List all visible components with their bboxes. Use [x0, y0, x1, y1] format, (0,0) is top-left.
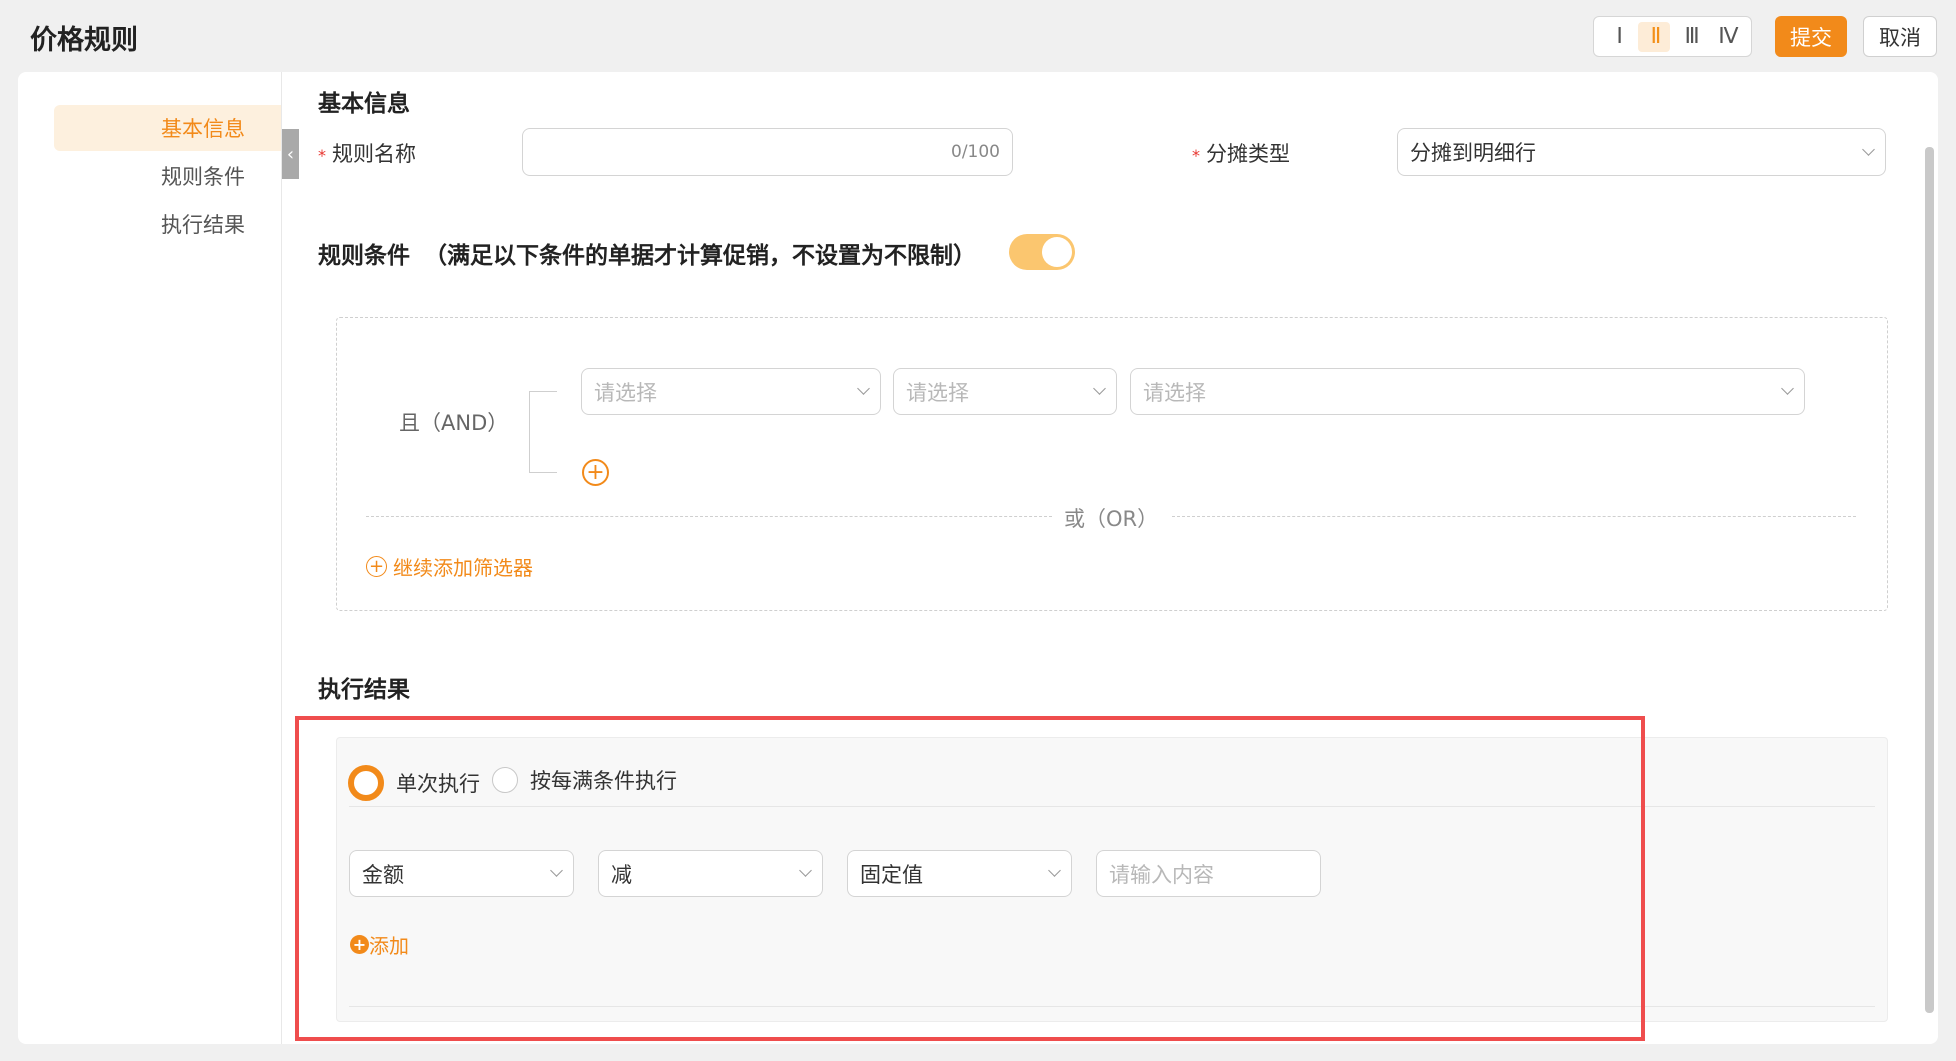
rule-name-input[interactable]: 0/100 [522, 128, 1013, 176]
section-heading-rule-conditions: 规则条件 [318, 243, 410, 269]
one-column-icon[interactable]: Ⅰ [1602, 22, 1634, 52]
allocation-type-select[interactable]: 分摊到明细行 [1397, 128, 1886, 176]
conditions-toggle[interactable] [1009, 234, 1075, 270]
conditions-note: （满足以下条件的单据才计算促销，不设置为不限制） [424, 243, 976, 269]
column-layout-switcher: Ⅰ Ⅱ Ⅲ Ⅳ [1593, 16, 1752, 57]
sidebar-item-basic-info[interactable]: 基本信息 [54, 105, 281, 151]
condition-group-box [336, 317, 1888, 611]
add-circle-icon: + [366, 556, 387, 577]
character-counter: 0/100 [951, 142, 1000, 162]
chevron-down-icon [1862, 142, 1875, 156]
or-label: 或（OR） [1064, 507, 1159, 531]
three-column-icon[interactable]: Ⅲ [1675, 22, 1707, 52]
rule-name-label: * 规则名称 [318, 142, 416, 166]
toggle-knob [1042, 237, 1072, 267]
and-label: 且（AND） [399, 411, 509, 435]
condition-value-select[interactable]: 请选择 [1130, 368, 1805, 415]
collapse-sidebar-button[interactable]: ‹ [282, 129, 299, 179]
highlight-box [295, 716, 1645, 1041]
required-mark: * [1192, 146, 1200, 165]
add-filter-link[interactable]: + 继续添加筛选器 [366, 552, 533, 581]
or-divider-right [1172, 516, 1856, 517]
or-divider-left [366, 516, 1052, 517]
page-title: 价格规则 [30, 25, 138, 56]
section-heading-basic-info: 基本信息 [318, 91, 410, 117]
chevron-left-icon: ‹ [286, 143, 295, 165]
condition-field-select[interactable]: 请选择 [581, 368, 881, 415]
two-column-icon[interactable]: Ⅱ [1638, 21, 1671, 52]
vertical-scrollbar[interactable] [1925, 147, 1934, 1013]
section-heading-execution-result: 执行结果 [318, 677, 410, 703]
sidebar-item-rule-conditions[interactable]: 规则条件 [54, 153, 281, 199]
submit-button[interactable]: 提交 [1775, 16, 1847, 57]
four-column-icon[interactable]: Ⅳ [1711, 22, 1743, 52]
sidebar-item-execution-result[interactable]: 执行结果 [54, 201, 281, 247]
condition-operator-select[interactable]: 请选择 [893, 368, 1117, 415]
add-condition-icon[interactable]: + [582, 459, 609, 486]
conditions-heading-row: 规则条件 （满足以下条件的单据才计算促销，不设置为不限制） [318, 236, 976, 270]
cancel-button[interactable]: 取消 [1863, 16, 1937, 57]
chevron-down-icon [1093, 382, 1106, 395]
chevron-down-icon [857, 382, 870, 395]
chevron-down-icon [1781, 382, 1794, 395]
and-bracket [529, 391, 557, 473]
allocation-type-label: * 分摊类型 [1192, 142, 1290, 166]
required-mark: * [318, 146, 326, 165]
